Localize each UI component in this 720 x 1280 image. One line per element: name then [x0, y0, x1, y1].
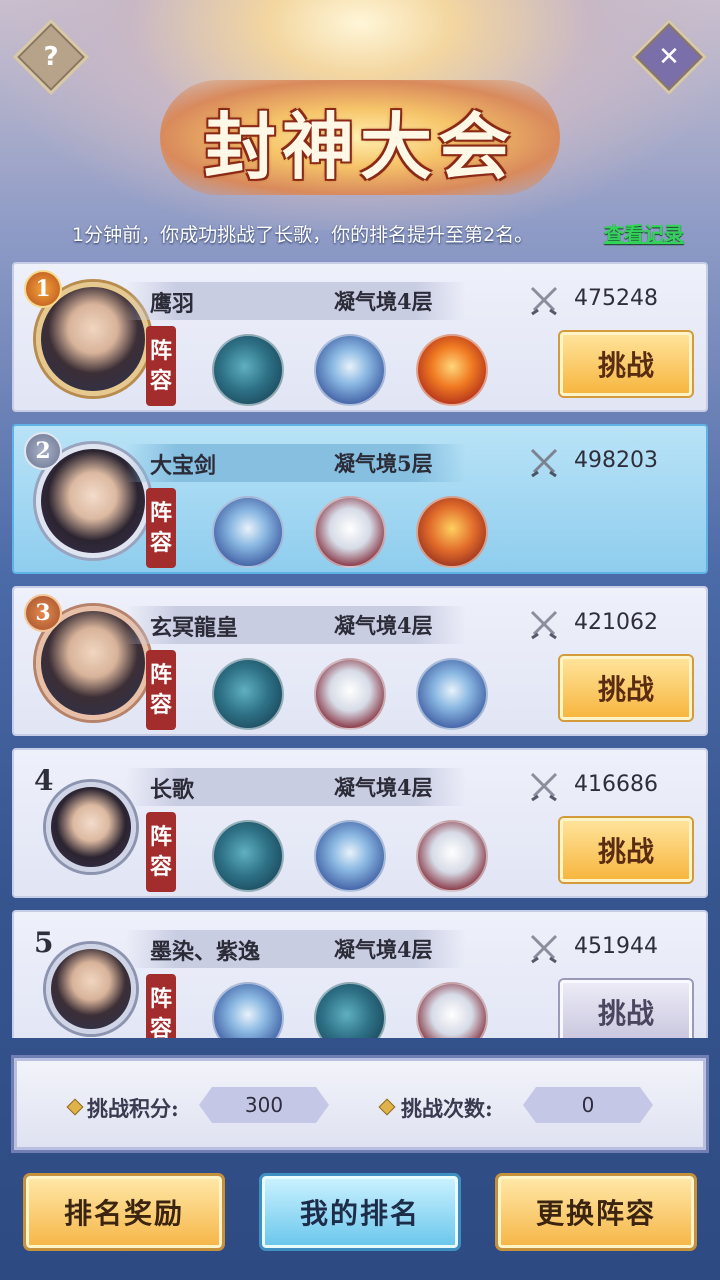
- challenge-button-disabled[interactable]: 挑战: [560, 980, 692, 1038]
- player-name: 大宝剑: [150, 453, 217, 479]
- rank-reward-button[interactable]: 排名奖励: [26, 1176, 222, 1248]
- battle-power: 451944: [574, 934, 658, 959]
- diamond-icon: [378, 1098, 396, 1116]
- player-realm: 凝气境5层: [334, 451, 433, 476]
- battle-power: 475248: [574, 286, 658, 311]
- help-icon: ?: [43, 42, 59, 72]
- points-value: 300: [199, 1087, 329, 1123]
- page-title: 封神大会: [203, 104, 516, 189]
- beast-white-tiger-icon[interactable]: [416, 982, 488, 1038]
- points-label: 挑战积分:: [87, 1096, 179, 1121]
- lineup-char: 阵: [149, 338, 172, 364]
- lineup-tag: 阵 容: [146, 812, 176, 892]
- crossed-swords-icon: [530, 934, 558, 964]
- beast-whale-icon[interactable]: [212, 334, 284, 406]
- beast-phoenix-icon[interactable]: [416, 334, 488, 406]
- crossed-swords-icon: [530, 286, 558, 316]
- count-label: 挑战次数:: [401, 1096, 493, 1121]
- lineup-char: 阵: [149, 500, 172, 526]
- lineup-char: 阵: [149, 824, 172, 850]
- player-realm: 凝气境4层: [334, 289, 433, 314]
- rank-badge: 1: [24, 270, 62, 308]
- count-value: 0: [523, 1087, 653, 1123]
- lineup-char: 阵: [149, 986, 172, 1012]
- beast-azure-dragon-icon[interactable]: [314, 820, 386, 892]
- lineup-tag: 阵 容: [146, 974, 176, 1038]
- avatar[interactable]: [46, 944, 136, 1034]
- ranking-card-self: 2 大宝剑 凝气境5层 498203 阵 容: [12, 424, 708, 574]
- beast-white-tiger-icon[interactable]: [416, 820, 488, 892]
- lineup-tag: 阵 容: [146, 326, 176, 406]
- ranking-card: 4 长歌 凝气境4层 416686 阵 容 挑战: [12, 748, 708, 898]
- challenge-button[interactable]: 挑战: [560, 818, 692, 882]
- rank-number: 4: [34, 764, 54, 797]
- my-rank-button[interactable]: 我的排名: [262, 1176, 458, 1248]
- beast-azure-dragon-icon[interactable]: [416, 658, 488, 730]
- crossed-swords-icon: [530, 610, 558, 640]
- ranking-list[interactable]: 1 鹰羽 凝气境4层 475248 阵 容 挑战 2 大宝剑 凝气境5层 498…: [12, 262, 708, 1038]
- player-name: 长歌: [150, 777, 195, 803]
- player-name: 墨染、紫逸: [150, 939, 261, 965]
- player-name: 鹰羽: [150, 291, 195, 317]
- ranking-card: 3 玄冥龍皇 凝气境4层 421062 阵 容 挑战: [12, 586, 708, 736]
- player-name: 玄冥龍皇: [150, 615, 239, 641]
- player-realm: 凝气境4层: [334, 937, 433, 962]
- lineup-tag: 阵 容: [146, 650, 176, 730]
- lineup-char: 容: [149, 692, 172, 718]
- player-realm: 凝气境4层: [334, 613, 433, 638]
- beast-red-dragon-icon[interactable]: [416, 496, 488, 568]
- player-realm: 凝气境4层: [334, 775, 433, 800]
- lineup-char: 容: [149, 368, 172, 394]
- battle-power: 421062: [574, 610, 658, 635]
- rank-badge: 3: [24, 594, 62, 632]
- notice-bar: 1分钟前，你成功挑战了长歌，你的排名提升至第2名。 查看记录: [0, 214, 720, 250]
- lineup-tag: 阵 容: [146, 488, 176, 568]
- beast-whale-icon[interactable]: [314, 982, 386, 1038]
- ranking-card: 5 墨染、紫逸 凝气境4层 451944 阵 容 挑战: [12, 910, 708, 1038]
- lineup-char: 容: [149, 530, 172, 556]
- ranking-card: 1 鹰羽 凝气境4层 475248 阵 容 挑战: [12, 262, 708, 412]
- beast-white-tiger-icon[interactable]: [314, 658, 386, 730]
- rank-badge: 2: [24, 432, 62, 470]
- close-icon: ✕: [658, 42, 680, 72]
- beast-whale-icon[interactable]: [212, 658, 284, 730]
- beast-azure-dragon-icon[interactable]: [212, 982, 284, 1038]
- challenge-button[interactable]: 挑战: [560, 332, 692, 396]
- lineup-char: 容: [149, 1016, 172, 1038]
- change-lineup-button[interactable]: 更换阵容: [498, 1176, 694, 1248]
- beast-azure-dragon-icon[interactable]: [314, 334, 386, 406]
- beast-white-tiger-icon[interactable]: [314, 496, 386, 568]
- view-record-link[interactable]: 查看记录: [604, 218, 684, 247]
- lineup-char: 容: [149, 854, 172, 880]
- lineup-char: 阵: [149, 662, 172, 688]
- beast-whale-icon[interactable]: [212, 820, 284, 892]
- battle-power: 416686: [574, 772, 658, 797]
- battle-power: 498203: [574, 448, 658, 473]
- diamond-icon: [66, 1098, 84, 1116]
- notice-text: 1分钟前，你成功挑战了长歌，你的排名提升至第2名。: [72, 224, 534, 246]
- crossed-swords-icon: [530, 772, 558, 802]
- challenge-button[interactable]: 挑战: [560, 656, 692, 720]
- challenge-stats-bar: 挑战积分: 300 挑战次数: 0: [14, 1058, 706, 1150]
- rank-number: 5: [34, 926, 54, 959]
- beast-azure-dragon-icon[interactable]: [212, 496, 284, 568]
- avatar[interactable]: [46, 782, 136, 872]
- crossed-swords-icon: [530, 448, 558, 478]
